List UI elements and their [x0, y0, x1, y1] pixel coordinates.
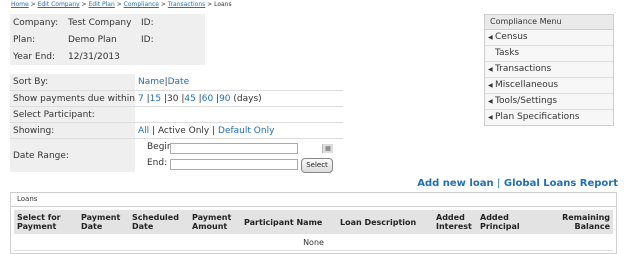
plan-id-label: ID: — [141, 34, 154, 45]
menu-item-label: Census — [495, 32, 528, 42]
date-range-label: Date Range: — [13, 151, 69, 161]
showing-active-current: Active Only — [157, 126, 210, 136]
plan-label: Plan: — [13, 34, 36, 45]
breadcrumb: Home > Edit Company > Edit Plan > Compli… — [11, 1, 232, 8]
global-loans-report-link[interactable]: Global Loans Report — [504, 178, 618, 189]
column-header[interactable]: Select for Payment — [14, 210, 78, 234]
participant-label: Select Participant: — [13, 110, 95, 120]
compliance-menu-title: Compliance Menu — [485, 15, 613, 30]
plan-value: Demo Plan — [68, 34, 117, 45]
menu-item-label: Tools/Settings — [495, 96, 558, 106]
end-date-input[interactable]: ▦ — [170, 159, 333, 170]
showing-all-link[interactable]: All — [138, 126, 149, 136]
table-row: None — [14, 234, 613, 251]
column-header[interactable]: Added Principal — [477, 210, 531, 234]
due-within-label: Show payments due within: — [13, 94, 138, 104]
loans-table: Select for Payment Payment Date Schedule… — [14, 210, 613, 251]
breadcrumb-current: Loans — [214, 1, 232, 8]
sort-date-link[interactable]: Date — [168, 77, 190, 87]
breadcrumb-compliance-link[interactable]: Compliance — [124, 1, 159, 8]
company-value: Test Company — [68, 17, 132, 28]
date-range-row: Date Range: Begin: ▦ End: ▦ Select — [10, 138, 343, 173]
caret-left-icon: ◀ — [488, 98, 493, 105]
caret-left-icon: ◀ — [488, 114, 493, 121]
plan-info-panel: Company: Test Company ID: Plan: Demo Pla… — [10, 14, 205, 65]
column-header[interactable]: Payment Date — [78, 210, 129, 234]
showing-label: Showing: — [13, 126, 55, 136]
menu-item-census[interactable]: ◀ Census — [485, 30, 613, 46]
caret-left-icon: ◀ — [488, 82, 493, 89]
caret-left-icon: ◀ — [488, 66, 493, 73]
empty-state-text: None — [14, 234, 613, 251]
due-within-row: Show payments due within: 7 |15 |30 |45 … — [10, 90, 343, 107]
column-header[interactable]: Remaining Balance — [531, 210, 613, 234]
participant-select[interactable] — [135, 107, 343, 123]
column-header[interactable]: Scheduled Date — [129, 210, 189, 234]
menu-item-tasks[interactable]: Tasks — [485, 46, 613, 62]
calendar-icon[interactable]: ▦ — [322, 144, 333, 153]
sort-name-link[interactable]: Name — [138, 77, 165, 87]
due-45-link[interactable]: 45 — [184, 94, 195, 104]
menu-item-plan-specifications[interactable]: ◀ Plan Specifications — [485, 110, 613, 125]
showing-row: Showing: All | Active Only | Default Onl… — [10, 122, 343, 139]
menu-item-label: Transactions — [495, 64, 552, 74]
filters-panel: Sort By: Name|Date Show payments due wit… — [10, 74, 343, 173]
caret-left-icon: ◀ — [488, 34, 493, 41]
menu-item-label: Tasks — [495, 48, 520, 58]
loan-actions: Add new loan | Global Loans Report — [417, 178, 618, 189]
loans-panel: Loans Select for Payment Payment Date Sc… — [10, 192, 617, 254]
due-15-link[interactable]: 15 — [150, 94, 161, 104]
company-id-label: ID: — [141, 17, 154, 28]
participant-row: Select Participant: — [10, 106, 343, 123]
breadcrumb-edit-company-link[interactable]: Edit Company — [38, 1, 80, 8]
due-30-current: 30 — [167, 94, 179, 104]
company-label: Company: — [13, 17, 59, 28]
year-end-value: 12/31/2013 — [68, 51, 120, 62]
menu-item-transactions[interactable]: ◀ Transactions — [485, 62, 613, 78]
showing-default-link[interactable]: Default Only — [218, 126, 274, 136]
menu-item-label: Plan Specifications — [495, 112, 580, 122]
breadcrumb-transactions-link[interactable]: Transactions — [168, 1, 205, 8]
menu-item-label: Miscellaneous — [495, 80, 559, 90]
add-new-loan-link[interactable]: Add new loan — [417, 178, 493, 189]
begin-date-input[interactable]: ▦ — [170, 143, 333, 154]
year-end-label: Year End: — [13, 51, 56, 62]
column-header[interactable]: Loan Description — [337, 210, 433, 234]
select-button[interactable]: Select — [301, 158, 333, 173]
breadcrumb-edit-plan-link[interactable]: Edit Plan — [88, 1, 114, 8]
column-header[interactable]: Payment Amount — [189, 210, 241, 234]
compliance-menu: Compliance Menu ◀ Census Tasks ◀ Transacti… — [484, 14, 614, 126]
sort-by-label: Sort By: — [13, 77, 49, 87]
breadcrumb-home-link[interactable]: Home — [11, 1, 29, 8]
due-90-link[interactable]: 90 — [219, 94, 230, 104]
due-7-link[interactable]: 7 — [138, 94, 144, 104]
due-unit: (days) — [233, 94, 262, 104]
column-header[interactable]: Added Interest — [433, 210, 477, 234]
due-60-link[interactable]: 60 — [202, 94, 213, 104]
menu-item-tools-settings[interactable]: ◀ Tools/Settings — [485, 94, 613, 110]
loans-header-row: Select for Payment Payment Date Schedule… — [14, 210, 613, 234]
sort-by-row: Sort By: Name|Date — [10, 74, 343, 90]
loans-panel-title: Loans — [11, 193, 616, 207]
end-label: End: — [147, 158, 168, 168]
menu-item-miscellaneous[interactable]: ◀ Miscellaneous — [485, 78, 613, 94]
column-header[interactable]: Participant Name — [241, 210, 337, 234]
